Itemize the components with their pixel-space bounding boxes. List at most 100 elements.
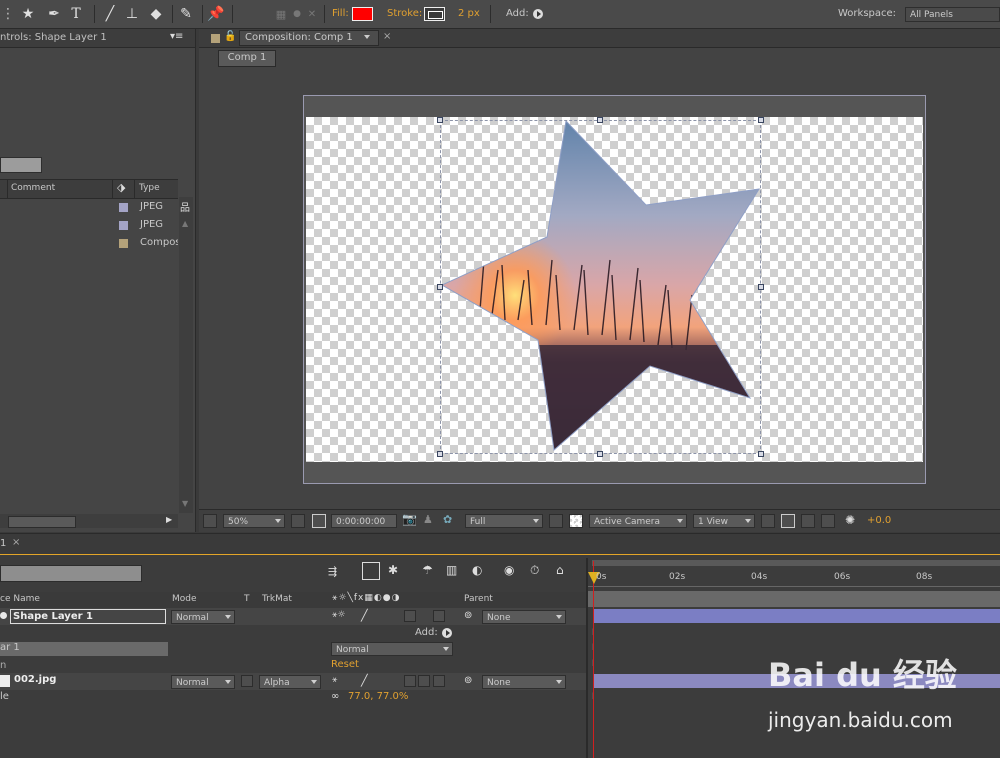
quality-switch-icon[interactable]: ╱	[361, 674, 368, 687]
preserve-transparency-checkbox[interactable]	[241, 675, 253, 687]
hscroll-thumb[interactable]	[8, 516, 76, 528]
parent-dropdown[interactable]: None	[482, 675, 566, 689]
mode-header[interactable]: Mode	[172, 594, 197, 604]
pen-tool-icon[interactable]: ✒	[44, 4, 64, 24]
eraser-icon[interactable]: ◆	[146, 4, 166, 24]
transform-handle[interactable]	[758, 117, 764, 123]
group-blend-mode-dropdown[interactable]: Normal	[331, 642, 453, 656]
exposure-icon[interactable]: ✺	[845, 513, 855, 527]
layer-duration-bar[interactable]	[594, 609, 1000, 623]
zoom-dropdown[interactable]: 50%	[223, 514, 285, 528]
tab-dropdown-icon[interactable]	[364, 35, 370, 39]
transform-handle[interactable]	[597, 117, 603, 123]
grid-guide-icon[interactable]	[291, 514, 305, 528]
layer-color-icon[interactable]	[0, 612, 7, 619]
color-channels-icon[interactable]: ✿	[443, 513, 452, 526]
transparency-toggle-icon[interactable]	[569, 514, 583, 528]
flowchart-icon[interactable]	[821, 514, 835, 528]
time-ruler[interactable]	[588, 558, 1000, 588]
scroll-up-icon[interactable]: ▲	[182, 219, 188, 228]
exposure-value[interactable]: +0.0	[867, 515, 891, 526]
stroke-swatch[interactable]	[424, 7, 445, 21]
layer-switches-icons[interactable]: ⚹☼╲fx▦◐●◑	[332, 593, 400, 603]
type-column-header[interactable]: Type	[139, 183, 160, 193]
transform-handle[interactable]	[597, 451, 603, 457]
shy-switch-icon[interactable]: ⚹☼	[332, 610, 345, 620]
scroll-down-icon[interactable]: ▼	[182, 499, 188, 508]
project-hscrollbar[interactable]: ▶	[0, 514, 178, 528]
fast-previews-icon[interactable]	[781, 514, 795, 528]
graph-editor-icon[interactable]: ⌂	[556, 563, 564, 577]
adjustment-switch[interactable]	[433, 675, 445, 687]
transform-handle[interactable]	[437, 284, 443, 290]
resolution-dropdown[interactable]: Full	[465, 514, 543, 528]
composition-tab[interactable]: Composition: Comp 1	[239, 30, 379, 46]
layer-row[interactable]: 002.jpg Normal Alpha ⚹ ╱ ⊚ None	[0, 673, 588, 690]
project-item[interactable]: JPEG	[0, 217, 178, 233]
transform-handle[interactable]	[758, 284, 764, 290]
transform-handle[interactable]	[437, 451, 443, 457]
comp-breadcrumb[interactable]: Comp 1	[218, 50, 276, 67]
project-item[interactable]: JPEG	[0, 199, 178, 215]
layer-row[interactable]: Shape Layer 1 Normal ⚹☼ ╱ ⊚ None	[0, 608, 588, 625]
show-snapshot-icon[interactable]: ♟	[423, 513, 433, 526]
track-matte-header[interactable]: TrkMat	[262, 594, 292, 604]
clone-stamp-icon[interactable]: ⊥	[122, 4, 142, 24]
timeline-icon[interactable]	[801, 514, 815, 528]
project-search-input[interactable]	[0, 157, 42, 173]
brainstorm-icon[interactable]: ◉	[504, 563, 514, 577]
hide-shy-icon[interactable]: ☂	[422, 563, 433, 577]
toggle-pixel-aspect-icon[interactable]	[761, 514, 775, 528]
motion-blur-switch[interactable]	[418, 675, 430, 687]
work-area-bar[interactable]	[592, 560, 1000, 566]
layer-name-field[interactable]: Shape Layer 1	[10, 609, 166, 624]
3d-layer-switch[interactable]	[404, 675, 416, 687]
close-tab-icon[interactable]: ×	[12, 537, 20, 548]
transform-handle[interactable]	[437, 117, 443, 123]
roto-brush-icon[interactable]: ✎	[176, 4, 196, 24]
3d-layer-switch[interactable]	[404, 610, 416, 622]
fill-label[interactable]: Fill:	[332, 8, 349, 19]
snapshot-camera-icon[interactable]: 📷	[402, 512, 417, 526]
timeline-search-input[interactable]	[0, 565, 142, 582]
lock-icon[interactable]: 🔓	[224, 31, 236, 42]
constrain-proportions-icon[interactable]: ∞	[331, 691, 339, 702]
layer-name[interactable]: 002.jpg	[14, 674, 56, 685]
label-tag-icon[interactable]: ⬗	[117, 181, 125, 194]
blend-mode-dropdown[interactable]: Normal	[171, 675, 235, 689]
star-tool-icon[interactable]: ★	[18, 4, 38, 24]
effect-controls-tab[interactable]: ntrols: Shape Layer 1	[0, 29, 107, 47]
work-area-range[interactable]	[588, 591, 1000, 607]
track-matte-dropdown[interactable]: Alpha	[259, 675, 321, 689]
transform-handle[interactable]	[758, 451, 764, 457]
region-of-interest-icon[interactable]	[549, 514, 563, 528]
scroll-right-icon[interactable]: ▶	[166, 515, 172, 524]
align-icon[interactable]: ▦	[274, 4, 288, 24]
stroke-width-value[interactable]: 2 px	[458, 8, 480, 19]
type-tool-icon[interactable]: T	[66, 4, 86, 24]
project-item[interactable]: Compos	[0, 235, 178, 251]
stroke-label[interactable]: Stroke:	[387, 8, 422, 19]
shy-switch-icon[interactable]: ⚹	[332, 675, 337, 685]
add-menu-icon[interactable]	[533, 9, 543, 19]
mask-visibility-icon[interactable]	[312, 514, 326, 528]
pick-whip-icon[interactable]: ⊚	[464, 675, 472, 686]
add-contents-icon[interactable]	[442, 628, 452, 638]
panel-menu-icon[interactable]: ▾≡	[170, 31, 183, 42]
view-layout-dropdown[interactable]: 1 View	[693, 514, 755, 528]
shape-group-row[interactable]: ar 1	[0, 642, 168, 656]
draft-3d-icon[interactable]: ✱	[388, 563, 398, 577]
comp-mini-flowchart-icon[interactable]: ⇶	[328, 565, 337, 578]
live-update-icon[interactable]	[362, 562, 380, 580]
frame-blending-icon[interactable]: ▥	[446, 563, 457, 577]
pick-whip-icon[interactable]: ⊚	[464, 610, 472, 621]
reset-link[interactable]: Reset	[331, 659, 359, 670]
workspace-dropdown[interactable]: All Panels	[905, 7, 1000, 22]
camera-dropdown[interactable]: Active Camera	[589, 514, 687, 528]
puppet-pin-icon[interactable]: 📌	[206, 4, 226, 24]
snap-icon[interactable]: ✕	[306, 4, 318, 24]
fill-swatch[interactable]	[352, 7, 373, 21]
always-preview-icon[interactable]	[203, 514, 217, 528]
comment-column-header[interactable]: Comment	[11, 183, 55, 193]
network-icon[interactable]: 品	[180, 199, 190, 214]
